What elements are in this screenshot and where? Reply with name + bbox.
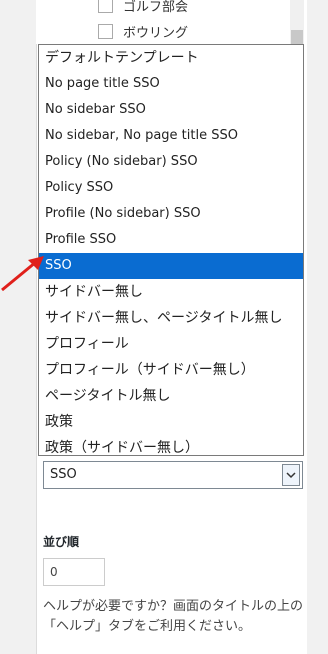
dropdown-option[interactable]: Profile SSO xyxy=(39,227,303,253)
checkbox[interactable] xyxy=(98,0,113,13)
checklist-item-label: ボウリング xyxy=(123,26,189,41)
checklist-item-label: ゴルフ部会 xyxy=(123,0,189,15)
dropdown-option[interactable]: Profile (No sidebar) SSO xyxy=(39,201,303,227)
dropdown-option[interactable]: プロフィール xyxy=(39,331,303,357)
order-label: 並び順 xyxy=(43,535,80,549)
checkbox[interactable] xyxy=(98,24,113,39)
dropdown-option[interactable]: 政策 xyxy=(39,409,303,435)
annotation-arrow-icon xyxy=(1,256,44,292)
dropdown-option[interactable]: 政策（サイドバー無し） xyxy=(39,435,303,461)
dropdown-option[interactable]: サイドバー無し xyxy=(39,279,303,305)
left-background xyxy=(0,0,36,654)
dropdown-option[interactable]: Policy SSO xyxy=(39,175,303,201)
dropdown-option[interactable]: デフォルトテンプレート xyxy=(39,45,303,71)
template-dropdown-list: デフォルトテンプレート No page title SSO No sidebar S… xyxy=(38,44,304,456)
dropdown-option[interactable]: ページタイトル無し xyxy=(39,383,303,409)
dropdown-option[interactable]: サイドバー無し、ページタイトル無し xyxy=(39,305,303,331)
order-input[interactable]: 0 xyxy=(43,558,105,586)
dropdown-option[interactable]: SSO xyxy=(39,253,303,279)
order-input-value: 0 xyxy=(50,565,58,579)
category-checklist: ゴルフ部会 ボウリング xyxy=(36,0,290,44)
template-select[interactable]: SSO xyxy=(43,461,303,489)
checklist-item[interactable]: ボウリング xyxy=(98,22,188,41)
dropdown-option[interactable]: No page title SSO xyxy=(39,71,303,97)
dropdown-option[interactable]: No sidebar, No page title SSO xyxy=(39,123,303,149)
dropdown-option[interactable]: Policy (No sidebar) SSO xyxy=(39,149,303,175)
template-select-value: SSO xyxy=(50,467,77,482)
chevron-down-icon[interactable] xyxy=(282,464,300,486)
right-background xyxy=(307,0,328,654)
checklist-item[interactable]: ゴルフ部会 xyxy=(98,0,188,15)
help-text: ヘルプが必要ですか？画面のタイトルの上の「ヘルプ」タブをご利用ください。 xyxy=(43,599,304,634)
dropdown-option[interactable]: プロフィール（サイドバー無し） xyxy=(39,357,303,383)
dropdown-option[interactable]: No sidebar SSO xyxy=(39,97,303,123)
